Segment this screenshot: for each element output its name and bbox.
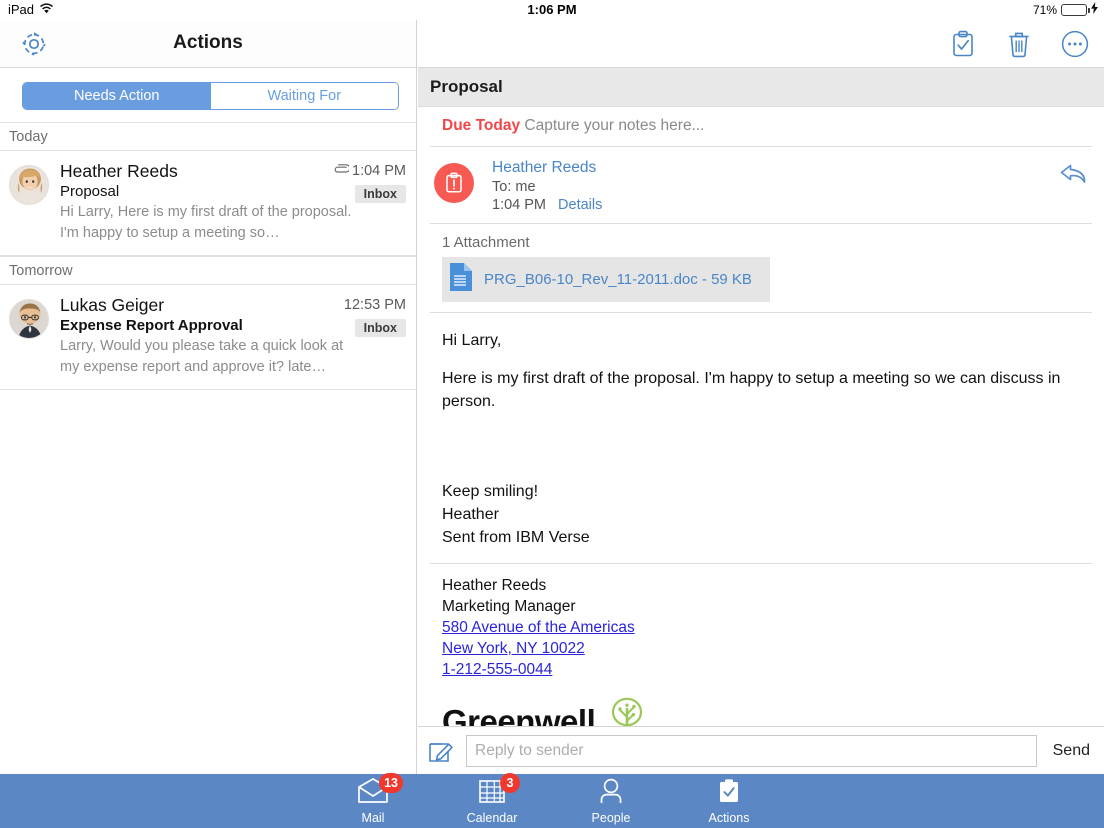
calendar-badge: 3 [500, 772, 520, 793]
clipboard-alert-icon [434, 163, 474, 203]
tab-needs-action[interactable]: Needs Action [23, 83, 211, 109]
signature-address-line2[interactable]: New York, NY 10022 [442, 639, 1080, 660]
list-item-time: 1:04 PM [352, 163, 406, 179]
document-icon [450, 263, 472, 296]
list-item-preview: Larry, Would you please take a quick loo… [60, 338, 344, 375]
tab-label-people: People [591, 810, 631, 825]
list-item-meta: 12:53 PM Inbox [343, 297, 406, 338]
reply-bar: Send [418, 726, 1104, 774]
body-closing-2: Heather [442, 505, 499, 523]
message-recipients: To: me [492, 179, 536, 195]
actions-segmented-control[interactable]: Needs Action Waiting For [22, 82, 399, 110]
folder-badge: Inbox [354, 185, 406, 203]
more-ellipsis-icon[interactable] [1060, 29, 1090, 59]
body-paragraph: Here is my first draft of the proposal. … [442, 370, 1061, 411]
clipboard-check-icon[interactable] [948, 29, 978, 59]
details-link[interactable]: Details [558, 197, 602, 213]
message-sender[interactable]: Heather Reeds [492, 159, 1092, 177]
avatar [9, 299, 49, 340]
due-label: Due Today [442, 117, 521, 134]
signature-name: Heather Reeds [442, 577, 547, 595]
tab-label-mail: Mail [361, 810, 385, 825]
page-title: Actions [173, 32, 243, 53]
tab-calendar[interactable]: 3 Calendar [437, 772, 547, 825]
message-time: 1:04 PM [492, 197, 546, 213]
attachment-count: 1 Attachment [442, 234, 530, 251]
signature-role: Marketing Manager [442, 598, 576, 616]
tab-bar: 13 Mail 3 Calendar People Actions [0, 772, 1104, 828]
group-header-today: Today [0, 122, 416, 151]
message-detail-pane: Proposal Due Today Capture your notes he… [418, 20, 1104, 774]
actions-header: Actions [0, 20, 416, 68]
attachments-section: 1 Attachment PRG_B06-10_Rev_11-2011.doc … [430, 223, 1092, 312]
charging-bolt-icon [1091, 0, 1098, 20]
status-bar-right: 71% [1033, 0, 1098, 20]
person-icon [597, 778, 625, 806]
message-signature: Heather Reeds Marketing Manager 580 Aven… [430, 563, 1092, 748]
folder-badge: Inbox [354, 319, 406, 338]
tab-waiting-for[interactable]: Waiting For [210, 83, 398, 109]
status-bar-time: 1:06 PM [527, 2, 577, 17]
signature-phone[interactable]: 1-212-555-0044 [442, 660, 1080, 681]
message-toolbar [418, 20, 1104, 68]
envelope-icon: 13 [357, 772, 403, 806]
notes-placeholder: Capture your notes here... [524, 117, 705, 134]
body-closing-1: Keep smiling! [442, 482, 539, 500]
message-subject: Proposal [418, 68, 1104, 107]
send-button[interactable]: Send [1047, 742, 1096, 760]
list-item[interactable]: Lukas Geiger Expense Report Approval Lar… [0, 285, 416, 391]
message-toolbar-icons [948, 29, 1090, 59]
tab-mail[interactable]: 13 Mail [318, 772, 428, 825]
compose-pencil-icon[interactable] [426, 736, 456, 766]
body-greeting: Hi Larry, [442, 332, 502, 349]
reply-arrow-icon[interactable] [1058, 159, 1090, 189]
mail-badge: 13 [379, 772, 403, 793]
calendar-grid-icon: 3 [478, 772, 520, 806]
trash-icon[interactable] [1004, 29, 1034, 59]
group-header-tomorrow: Tomorrow [0, 256, 416, 286]
list-item-time: 12:53 PM [343, 297, 406, 314]
signature-address-line1[interactable]: 580 Avenue of the Americas [442, 618, 1080, 639]
notes-field[interactable]: Due Today Capture your notes here... [430, 107, 1092, 147]
list-item[interactable]: Heather Reeds Proposal Hi Larry, Here is… [0, 151, 416, 257]
avatar [9, 165, 49, 205]
list-item-meta: 1:04 PM Inbox [333, 163, 406, 203]
battery-percent-label: 71% [1032, 3, 1057, 17]
message-header: Heather Reeds To: me 1:04 PM Details [418, 147, 1104, 223]
status-bar: iPad 1:06 PM 71% [0, 0, 1104, 20]
reply-input[interactable] [466, 734, 1037, 767]
actions-list-pane: Actions Needs Action Waiting For Today H… [0, 20, 417, 774]
tab-label-actions: Actions [708, 810, 750, 825]
clipboard-check-icon [716, 778, 742, 806]
paperclip-icon [333, 163, 351, 179]
battery-icon [1061, 4, 1090, 16]
attachment-item[interactable]: PRG_B06-10_Rev_11-2011.doc - 59 KB [442, 257, 770, 302]
message-body: Hi Larry, Here is my first draft of the … [430, 312, 1092, 549]
tab-actions[interactable]: Actions [674, 778, 784, 825]
list-item-preview: Hi Larry, Here is my first draft of the … [60, 204, 352, 241]
attachment-name: PRG_B06-10_Rev_11-2011.doc - 59 KB [484, 271, 752, 288]
tab-label-calendar: Calendar [466, 810, 518, 825]
body-closing-3: Sent from IBM Verse [442, 529, 590, 547]
tab-people[interactable]: People [556, 778, 666, 825]
ipad-mail-app: iPad 1:06 PM 71% Actions Needs Action Wa… [0, 0, 1104, 828]
